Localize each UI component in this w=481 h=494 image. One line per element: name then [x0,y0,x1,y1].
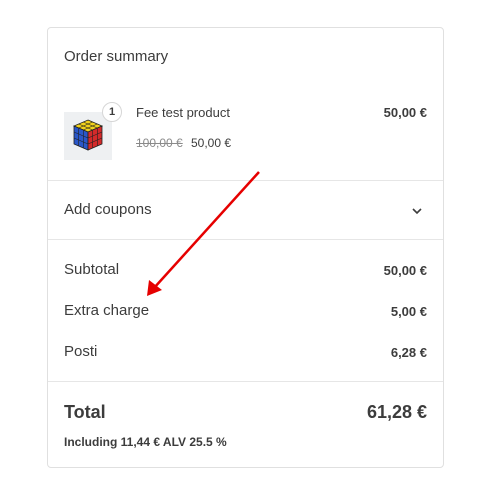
product-sale-price: 50,00 € [191,136,232,150]
quantity-badge: 1 [102,102,122,122]
chevron-down-icon [412,208,422,215]
extra-charge-label: Extra charge [64,302,150,319]
divider [48,239,443,240]
total-label: Total [64,402,106,422]
shipping-label: Posti [64,343,98,360]
divider [48,381,443,382]
add-coupons-label: Add coupons [64,201,152,218]
subtotal-value: 50,00 € [383,263,427,278]
tax-note: Including 11,44 € ALV 25.5 % [64,435,227,449]
order-summary-panel: Order summary 1 Fee test product 50,00 €… [47,27,444,468]
add-coupons-toggle[interactable]: Add coupons [48,181,443,239]
total-value: 61,28 € [366,402,427,422]
order-summary-title: Order summary [64,48,169,65]
extra-charge-value: 5,00 € [390,304,427,319]
subtotal-label: Subtotal [64,261,120,278]
product-line-total: 50,00 € [383,105,427,120]
product-regular-price: 100,00 € [136,136,183,150]
shipping-value: 6,28 € [390,345,427,360]
product-name: Fee test product [136,105,230,120]
